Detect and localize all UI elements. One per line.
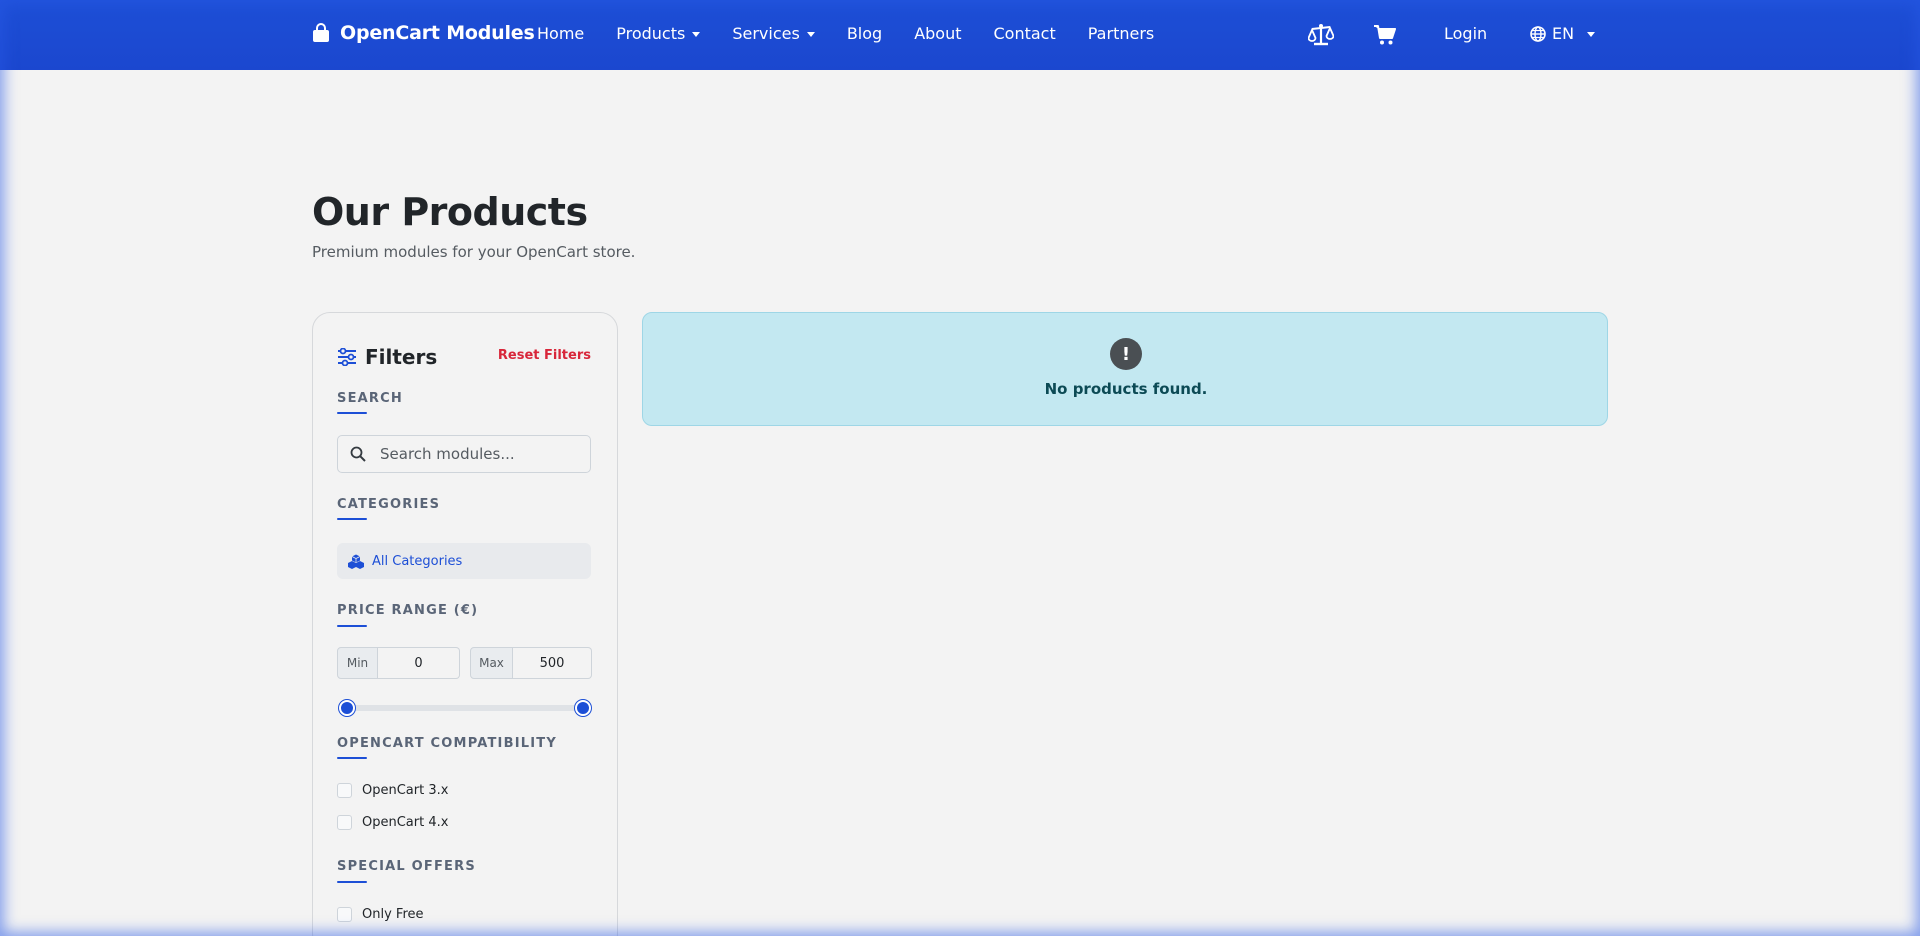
compare-button[interactable] (1308, 22, 1334, 48)
exclamation-circle-icon: ! (1110, 338, 1142, 370)
login-link[interactable]: Login (1444, 24, 1487, 43)
filters-title: Filters (365, 345, 438, 369)
category-all-label: All Categories (372, 553, 463, 569)
nav-home[interactable]: Home (537, 24, 584, 43)
shopping-cart-icon (1374, 25, 1396, 45)
price-range-label: PRICE RANGE (€) (337, 603, 479, 618)
cart-button[interactable] (1372, 22, 1398, 48)
section-underline (337, 881, 367, 883)
sliders-icon (338, 348, 356, 366)
caret-down-icon (806, 31, 815, 37)
nav-contact[interactable]: Contact (994, 24, 1056, 43)
search-label: SEARCH (337, 391, 403, 406)
no-products-alert: ! No products found. (642, 312, 1608, 426)
compat-opencart-3[interactable]: OpenCart 3.x (337, 783, 448, 798)
shopping-bag-icon (313, 23, 329, 42)
language-label: EN (1552, 24, 1575, 43)
price-slider-max-handle[interactable] (575, 700, 591, 716)
price-slider-track[interactable] (347, 705, 583, 711)
top-navbar: OpenCart Modules Home Products Services … (0, 0, 1920, 70)
section-underline (337, 625, 367, 627)
nav-products-label: Products (616, 24, 686, 43)
brand-name: OpenCart Modules (340, 22, 535, 44)
section-underline (337, 518, 367, 520)
nav-about-label: About (914, 24, 962, 43)
checkbox[interactable] (337, 783, 352, 798)
price-min-input[interactable]: 0 (378, 647, 460, 679)
compat-opencart-3-label: OpenCart 3.x (362, 783, 449, 798)
nav-products-dropdown[interactable]: Products (616, 24, 701, 43)
page-title: Our Products (312, 190, 588, 234)
special-offers-label: SPECIAL OFFERS (337, 859, 476, 874)
nav-blog-label: Blog (846, 24, 883, 43)
compat-opencart-4[interactable]: OpenCart 4.x (337, 815, 448, 830)
compatibility-label: OPENCART COMPATIBILITY (337, 736, 557, 751)
reset-filters-button[interactable]: Reset Filters (498, 348, 591, 363)
section-underline (337, 412, 367, 414)
offer-only-free[interactable]: Only Free (337, 907, 424, 922)
offer-only-free-label: Only Free (362, 907, 424, 922)
cubes-icon (348, 554, 364, 569)
viewport-frame (0, 0, 1920, 936)
nav-about[interactable]: About (914, 24, 961, 43)
nav-contact-label: Contact (993, 24, 1056, 43)
filters-sidebar: Filters Reset Filters SEARCH CATEGORIES … (312, 312, 618, 936)
nav-partners[interactable]: Partners (1088, 24, 1154, 43)
brand-logo[interactable]: OpenCart Modules (312, 22, 535, 44)
price-max-input[interactable]: 500 (513, 647, 592, 679)
nav-partners-label: Partners (1087, 24, 1155, 43)
language-dropdown[interactable]: EN (1530, 24, 1596, 43)
main-nav: Home Products Services Blog About Contac… (537, 24, 1186, 43)
page-subtitle: Premium modules for your OpenCart store. (312, 243, 636, 261)
price-max-addon: Max (470, 647, 513, 679)
compat-opencart-4-label: OpenCart 4.x (362, 815, 449, 830)
price-max-group: Max 500 (470, 647, 592, 679)
categories-label: CATEGORIES (337, 497, 441, 512)
caret-down-icon (692, 31, 701, 37)
price-slider-min-handle[interactable] (339, 700, 355, 716)
no-products-message: No products found. (1044, 380, 1208, 398)
price-min-group: Min 0 (337, 647, 460, 679)
nav-services-label: Services (732, 24, 800, 43)
price-min-addon: Min (337, 647, 378, 679)
nav-services-dropdown[interactable]: Services (732, 24, 815, 43)
filters-heading: Filters (337, 345, 437, 369)
search-icon (350, 446, 366, 462)
search-field[interactable] (337, 435, 591, 473)
globe-icon (1530, 25, 1546, 42)
checkbox[interactable] (337, 907, 352, 922)
checkbox[interactable] (337, 815, 352, 830)
nav-blog[interactable]: Blog (847, 24, 882, 43)
search-input[interactable] (380, 445, 570, 463)
nav-home-label: Home (537, 24, 585, 43)
section-underline (337, 757, 367, 759)
category-all[interactable]: All Categories (337, 543, 591, 579)
balance-scale-icon (1308, 24, 1334, 46)
caret-down-icon (1587, 31, 1596, 37)
